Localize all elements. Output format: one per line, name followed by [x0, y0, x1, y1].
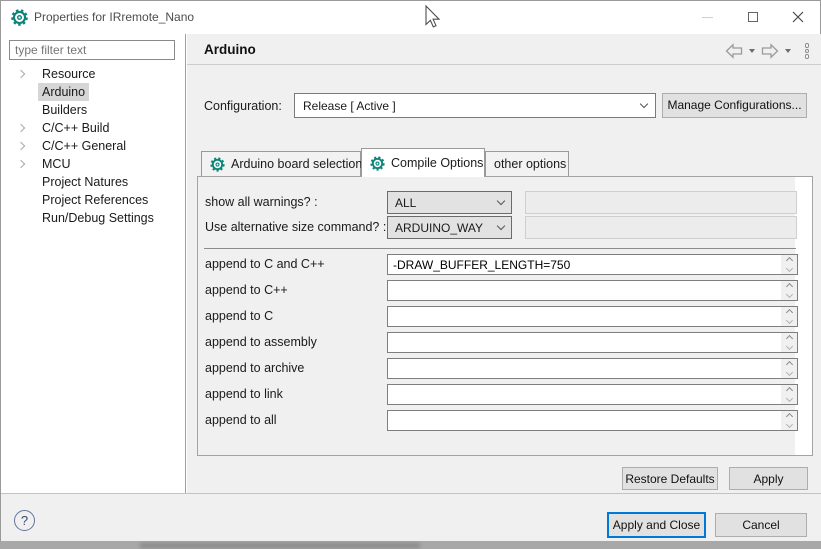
apply-and-close-button[interactable]: Apply and Close	[607, 512, 706, 538]
page-header: Arduino	[187, 34, 821, 65]
background-window-strip	[0, 541, 821, 549]
configuration-label: Configuration:	[204, 99, 282, 113]
sidebar-item-cpp-general[interactable]: C/C++ General	[2, 137, 185, 155]
append-c-field-wrap	[387, 306, 798, 327]
gear-icon	[370, 156, 385, 171]
size-command-label: Use alternative size command? :	[205, 220, 386, 234]
title-bar: Properties for IRremote_Nano	[1, 1, 820, 34]
compile-options-form: show all warnings? : ALL Use alternative…	[198, 177, 795, 455]
minimize-icon[interactable]	[685, 1, 730, 33]
append-c-cpp-label: append to C and C++	[205, 257, 325, 271]
cancel-button[interactable]: Cancel	[715, 513, 807, 537]
dialog-button-bar: ? Apply and Close Cancel	[1, 493, 821, 541]
scroll-arrows-icon[interactable]	[781, 359, 797, 378]
append-c-label: append to C	[205, 309, 273, 323]
sidebar-item-builders[interactable]: Builders	[2, 101, 185, 119]
compile-options-panel: show all warnings? : ALL Use alternative…	[197, 176, 813, 456]
scroll-arrows-icon[interactable]	[781, 333, 797, 352]
append-all-input[interactable]	[388, 411, 781, 430]
append-cpp-field-wrap	[387, 280, 798, 301]
sidebar-item-project-natures[interactable]: Project Natures	[2, 173, 185, 191]
scroll-arrows-icon[interactable]	[781, 255, 797, 274]
append-c-input[interactable]	[388, 307, 781, 326]
append-all-label: append to all	[205, 413, 277, 427]
gear-icon	[210, 157, 225, 172]
configuration-value: Release [ Active ]	[303, 99, 396, 113]
chevron-down-icon	[640, 100, 648, 108]
warnings-select[interactable]: ALL	[387, 191, 512, 214]
append-cpp-label: append to C++	[205, 283, 288, 297]
view-menu-icon[interactable]	[805, 43, 810, 59]
filter-input[interactable]	[9, 40, 175, 60]
close-icon[interactable]	[775, 1, 820, 33]
chevron-right-icon[interactable]	[17, 142, 25, 150]
properties-dialog: Properties for IRremote_Nano Resource Ar…	[0, 0, 821, 549]
append-archive-label: append to archive	[205, 361, 304, 375]
sidebar-item-project-references[interactable]: Project References	[2, 191, 185, 209]
scroll-arrows-icon[interactable]	[781, 385, 797, 404]
window-title: Properties for IRremote_Nano	[34, 10, 194, 24]
maximize-icon[interactable]	[730, 1, 775, 33]
back-arrow-icon[interactable]	[725, 43, 743, 59]
sidebar-item-arduino[interactable]: Arduino	[2, 83, 185, 101]
forward-arrow-icon[interactable]	[761, 43, 779, 59]
tab-arduino-board-selection[interactable]: Arduino board selection	[201, 151, 361, 176]
warnings-label: show all warnings? :	[205, 195, 318, 209]
main-panel: Arduino Configuration: Release [ Active …	[187, 34, 821, 493]
append-assembly-label: append to assembly	[205, 335, 317, 349]
page-title: Arduino	[204, 42, 256, 57]
forward-history-dropdown-icon[interactable]	[785, 49, 791, 53]
size-command-select[interactable]: ARDUINO_WAY	[387, 216, 512, 239]
chevron-down-icon	[497, 222, 505, 230]
properties-tree: Resource Arduino Builders C/C++ Build C/…	[2, 65, 185, 227]
append-cpp-input[interactable]	[388, 281, 781, 300]
append-link-field-wrap	[387, 384, 798, 405]
append-assembly-field-wrap	[387, 332, 798, 353]
append-c-cpp-input[interactable]	[388, 255, 781, 274]
append-archive-input[interactable]	[388, 359, 781, 378]
sidebar-item-mcu[interactable]: MCU	[2, 155, 185, 173]
help-icon[interactable]: ?	[14, 510, 35, 531]
tab-other-options[interactable]: other options	[485, 151, 569, 176]
sidebar-item-resource[interactable]: Resource	[2, 65, 185, 83]
scroll-arrows-icon[interactable]	[781, 411, 797, 430]
apply-button[interactable]: Apply	[729, 467, 808, 490]
chevron-right-icon[interactable]	[17, 124, 25, 132]
gear-icon	[11, 9, 28, 26]
sidebar-item-run-debug[interactable]: Run/Debug Settings	[2, 209, 185, 227]
sidebar: Resource Arduino Builders C/C++ Build C/…	[2, 34, 186, 493]
append-c-cpp-field-wrap	[387, 254, 798, 275]
size-command-extra-field	[525, 216, 797, 239]
sidebar-item-cpp-build[interactable]: C/C++ Build	[2, 119, 185, 137]
warnings-extra-field	[525, 191, 797, 214]
scroll-arrows-icon[interactable]	[781, 307, 797, 326]
append-link-label: append to link	[205, 387, 283, 401]
configuration-select[interactable]: Release [ Active ]	[294, 93, 656, 118]
chevron-right-icon[interactable]	[17, 160, 25, 168]
restore-defaults-button[interactable]: Restore Defaults	[622, 467, 718, 490]
back-history-dropdown-icon[interactable]	[749, 49, 755, 53]
scroll-arrows-icon[interactable]	[781, 281, 797, 300]
append-assembly-input[interactable]	[388, 333, 781, 352]
manage-configurations-button[interactable]: Manage Configurations...	[662, 93, 807, 118]
tab-compile-options[interactable]: Compile Options	[361, 148, 485, 177]
chevron-down-icon	[497, 197, 505, 205]
separator	[204, 248, 796, 249]
append-all-field-wrap	[387, 410, 798, 431]
append-archive-field-wrap	[387, 358, 798, 379]
append-link-input[interactable]	[388, 385, 781, 404]
chevron-right-icon[interactable]	[17, 70, 25, 78]
